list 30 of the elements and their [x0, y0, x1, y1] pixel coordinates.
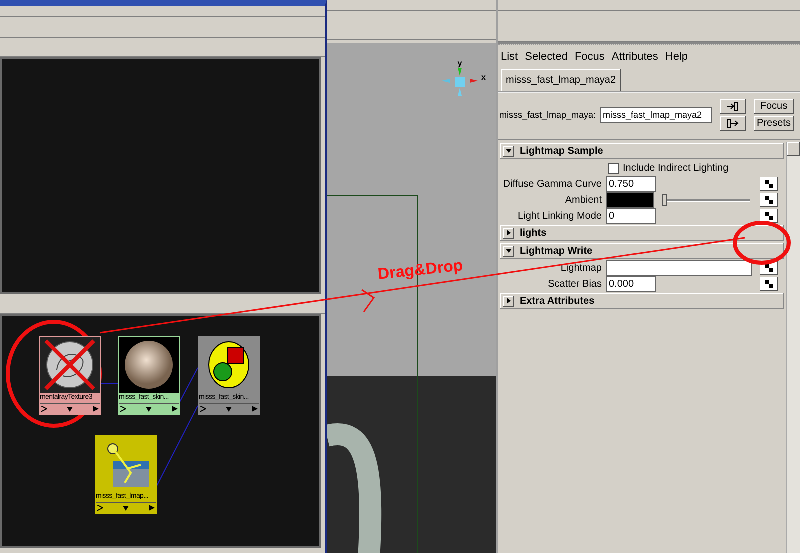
text-button[interactable]: Presets	[754, 116, 794, 131]
section-title: lights	[520, 228, 547, 238]
axis-label: y	[458, 60, 462, 68]
field-label: misss_fast_lmap_maya:	[498, 110, 596, 120]
menu-item[interactable]: Help	[665, 51, 688, 63]
section-header[interactable]: lights	[500, 225, 784, 241]
node-tab[interactable]: misss_fast_lmap_maya2	[501, 69, 622, 91]
field-label: Scatter Bias	[547, 278, 602, 290]
node-name-field[interactable]: misss_fast_lmap_maya2	[600, 107, 712, 123]
input-field[interactable]: 0.750	[606, 176, 656, 192]
field-label: Ambient	[564, 194, 602, 206]
drag-drop-annotation: Drag&Drop	[377, 258, 464, 284]
section-header[interactable]: Lightmap Write	[500, 243, 784, 259]
field-label: Diffuse Gamma Curve	[502, 178, 602, 190]
field-label: Light Linking Mode	[517, 210, 602, 222]
menu-item[interactable]: Focus	[574, 51, 605, 63]
section-header[interactable]: Extra Attributes	[500, 293, 784, 309]
menu-item[interactable]: Selected	[525, 51, 568, 63]
input-field[interactable]: 0	[606, 208, 656, 224]
field-label: Lightmap	[560, 262, 602, 274]
section-title: Extra Attributes	[520, 296, 595, 306]
checkbox-label: Include Indirect Lighting	[623, 162, 729, 174]
text-button[interactable]: Focus	[754, 99, 794, 114]
input-field[interactable]: 0.000	[606, 276, 656, 292]
axis-label: x	[482, 74, 486, 82]
menu-item[interactable]: List	[501, 51, 518, 63]
section-title: Lightmap Write	[520, 246, 593, 256]
section-title: Lightmap Sample	[520, 146, 604, 156]
section-header[interactable]: Lightmap Sample	[500, 143, 784, 159]
menu-item[interactable]: Attributes	[612, 51, 658, 63]
